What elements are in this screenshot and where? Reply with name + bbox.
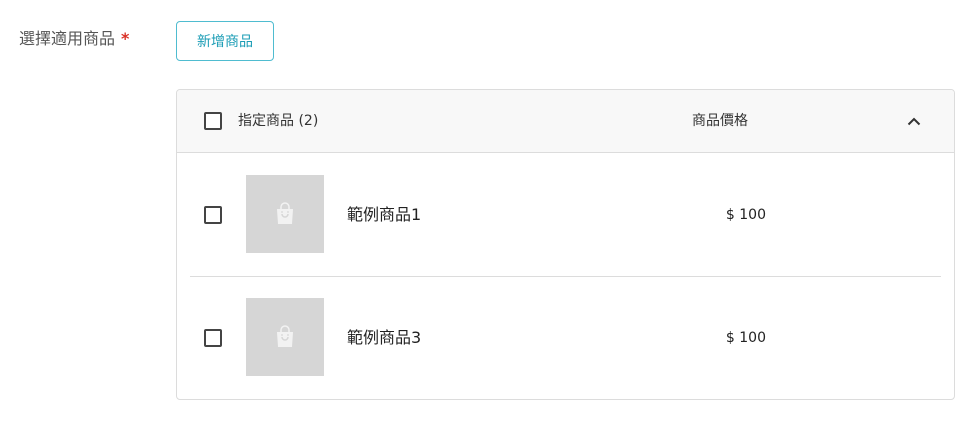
field-label-text: 選擇適用商品 [19,29,116,48]
field-label: 選擇適用商品 * [19,28,129,50]
selected-products-title: 指定商品 (2) [238,113,319,129]
product-row-checkbox[interactable] [204,206,222,224]
product-name: 範例商品1 [347,205,422,224]
product-row: 範例商品1 $ 100 [177,153,954,276]
product-row: 範例商品3 $ 100 [177,276,954,399]
shopping-bag-icon [277,325,293,347]
price-column-header: 商品價格 [692,113,748,129]
product-price: $ 100 [725,330,766,346]
product-name: 範例商品3 [347,328,422,347]
panel-header: 指定商品 (2) 商品價格 [177,90,954,153]
product-thumbnail [246,298,324,376]
collapse-toggle[interactable] [903,110,925,132]
product-row-checkbox[interactable] [204,329,222,347]
selected-products-panel: 指定商品 (2) 商品價格 範例商品1 $ 100 範例商品3 $ 100 [176,89,955,400]
required-mark: * [121,29,130,48]
shopping-bag-icon [277,202,293,224]
chevron-up-icon [907,117,921,125]
product-thumbnail [246,175,324,253]
add-product-button[interactable]: 新增商品 [176,21,274,61]
product-price: $ 100 [725,207,766,223]
select-all-checkbox[interactable] [204,112,222,130]
